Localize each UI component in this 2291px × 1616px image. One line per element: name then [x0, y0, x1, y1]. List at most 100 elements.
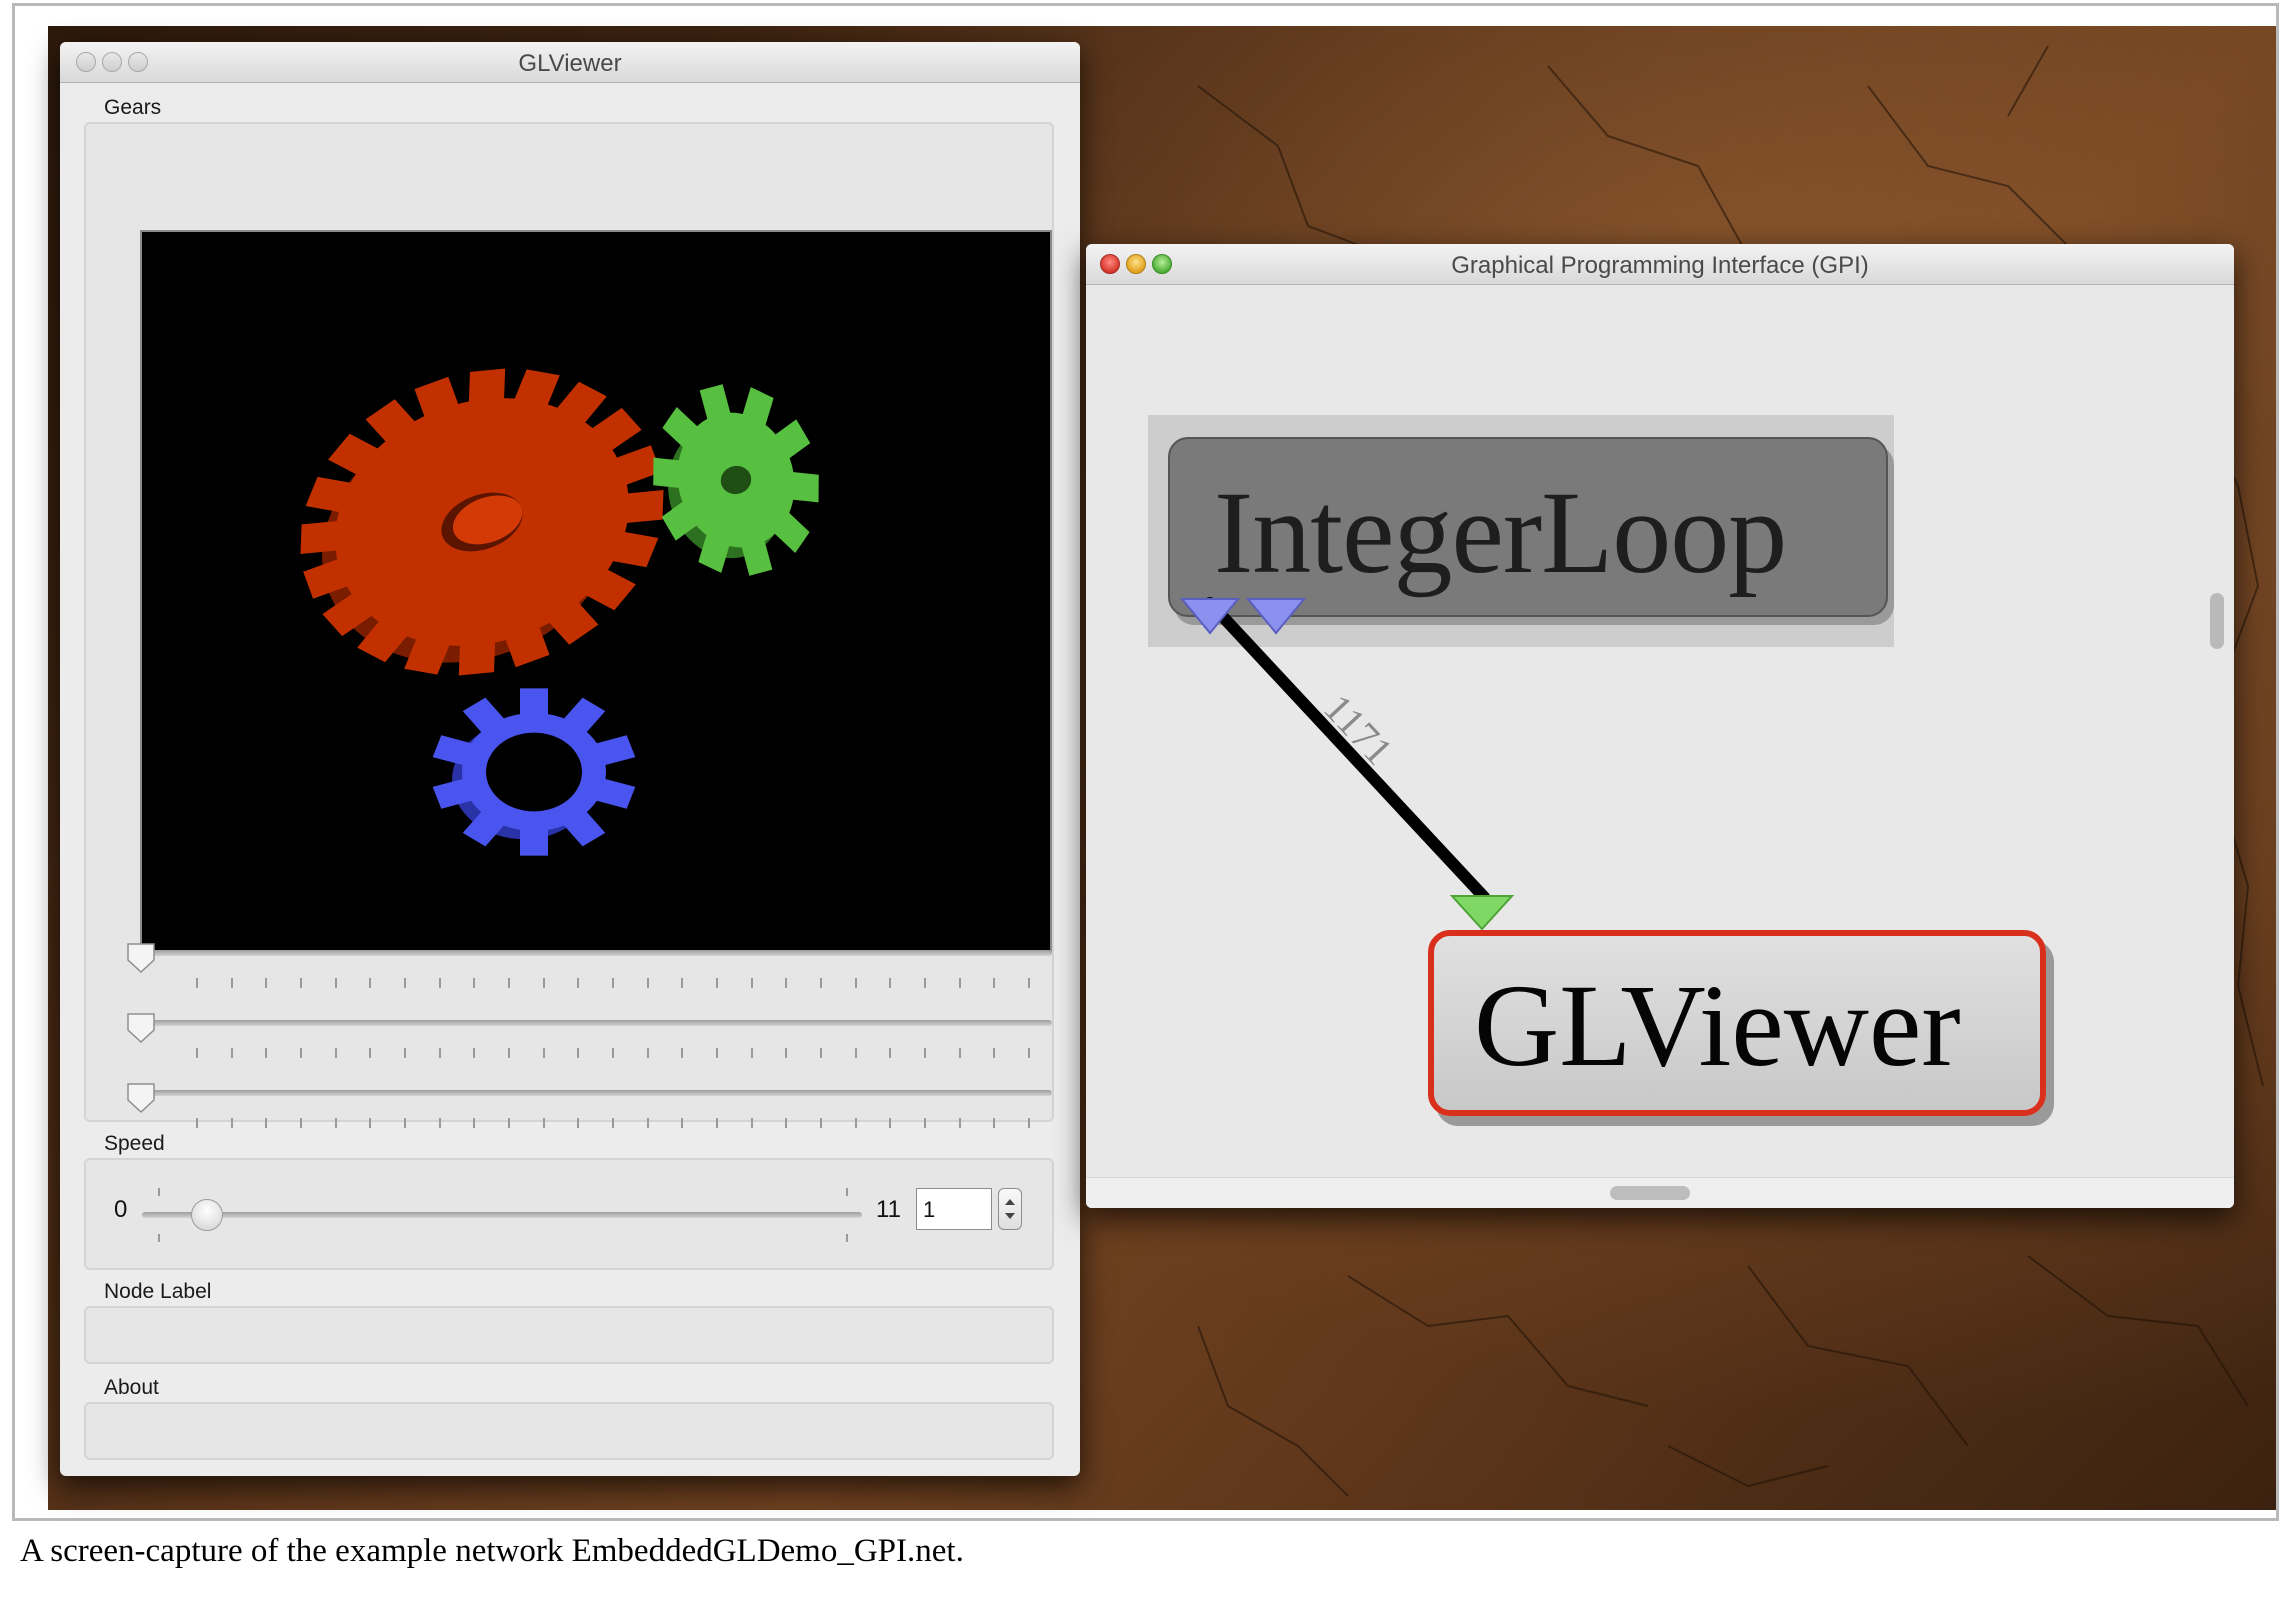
slider-tick: [543, 1118, 545, 1128]
slider-tick: [335, 1048, 337, 1058]
gears-section-label: Gears: [104, 96, 162, 119]
slider-tick: [716, 1118, 718, 1128]
slider-tick: [993, 978, 995, 988]
gears-render: [300, 368, 819, 856]
about-field: [84, 1402, 1054, 1460]
slider-tick: [716, 1048, 718, 1058]
slider-tick: [404, 1048, 406, 1058]
slider-tick: [265, 1048, 267, 1058]
output-port-2-icon: [1245, 598, 1307, 635]
horizontal-scroll-area: [1086, 1177, 2234, 1208]
gears-groupbox: [84, 122, 1054, 1128]
speed-min-label: 0: [114, 1196, 128, 1223]
speed-slider-thumb[interactable]: [191, 1199, 223, 1231]
slider-tick: [681, 1048, 683, 1058]
slider-tick: [820, 978, 822, 988]
speed-max-label: 11: [876, 1196, 901, 1223]
slider-tick: [577, 1118, 579, 1128]
slider-tick: [993, 1048, 995, 1058]
slider-tick: [612, 978, 614, 988]
slider-tick: [335, 978, 337, 988]
slider-tick: [889, 1118, 891, 1128]
slider-tick: [369, 1048, 371, 1058]
glviewer-window: GLViewer Gears Speed 0 11 1 Node Label A…: [60, 42, 1080, 1476]
slider-tick: [751, 1048, 753, 1058]
slider-tick: [785, 978, 787, 988]
slider-tick: [855, 1048, 857, 1058]
node-label-field[interactable]: [84, 1306, 1054, 1364]
speed-spinbox-input[interactable]: 1: [916, 1188, 992, 1230]
slider-tick: [543, 978, 545, 988]
slider-tick: [404, 1118, 406, 1128]
slider-tick: [473, 1048, 475, 1058]
slider-tick: [300, 978, 302, 988]
slider-tick: [612, 1118, 614, 1128]
slider-tick: [404, 978, 406, 988]
slider-tick: [231, 978, 233, 988]
slider-tick: [647, 1048, 649, 1058]
speed-tick-min-bottom: [158, 1234, 160, 1242]
slider-tick: [439, 978, 441, 988]
speed-tick-max-top: [846, 1188, 848, 1196]
slider-tick: [959, 978, 961, 988]
slider-tick: [959, 1048, 961, 1058]
slider-tick: [300, 1118, 302, 1128]
slider-tick: [196, 978, 198, 988]
gpi-titlebar[interactable]: Graphical Programming Interface (GPI): [1086, 244, 2234, 285]
slider-tick: [612, 1048, 614, 1058]
slider-tick: [785, 1048, 787, 1058]
slider-tick: [889, 978, 891, 988]
input-port-icon: [1449, 895, 1515, 931]
slider-tick: [577, 978, 579, 988]
red-gear: [300, 368, 664, 676]
slider-tick: [577, 1048, 579, 1058]
speed-slider-track[interactable]: [142, 1212, 862, 1218]
slider-tick: [924, 1118, 926, 1128]
slider-tick: [959, 1118, 961, 1128]
speed-section-label: Speed: [104, 1132, 165, 1155]
slider-tick: [231, 1118, 233, 1128]
slider-tick: [508, 1118, 510, 1128]
window-title: GLViewer: [518, 50, 622, 77]
slider-tick: [924, 978, 926, 988]
gear-slider-3-track[interactable]: [140, 1090, 1052, 1096]
network-canvas[interactable]: IntegerLoop 1171 GLViewer: [1086, 285, 2234, 1208]
vertical-scrollbar[interactable]: [2210, 593, 2224, 649]
gpi-window: Graphical Programming Interface (GPI) In…: [1086, 244, 2234, 1208]
slider-tick: [473, 1118, 475, 1128]
green-gear: [653, 384, 819, 576]
glviewer-titlebar[interactable]: GLViewer: [60, 42, 1080, 83]
gear-slider-1-thumb[interactable]: [126, 942, 156, 974]
slider-tick: [300, 1048, 302, 1058]
slider-tick: [647, 1118, 649, 1128]
connection-data-label: 1171: [1315, 685, 1401, 773]
gear-slider-3-thumb[interactable]: [126, 1082, 156, 1114]
stepper-arrows-icon: [1005, 1199, 1015, 1219]
slider-tick: [335, 1118, 337, 1128]
slider-tick: [1028, 1048, 1030, 1058]
gear-slider-2-thumb[interactable]: [126, 1012, 156, 1044]
figure-caption: A screen-capture of the example network …: [20, 1533, 964, 1569]
slider-tick: [1028, 1118, 1030, 1128]
gear-slider-2-track[interactable]: [140, 1020, 1052, 1026]
slider-tick: [716, 978, 718, 988]
slider-tick: [265, 978, 267, 988]
slider-tick: [439, 1118, 441, 1128]
slider-tick: [369, 1118, 371, 1128]
slider-tick: [473, 978, 475, 988]
gear-slider-1-ticks: [140, 978, 1052, 988]
slider-tick: [855, 1118, 857, 1128]
gear-slider-1-track[interactable]: [140, 950, 1052, 956]
speed-stepper[interactable]: [998, 1188, 1022, 1230]
slider-tick: [543, 1048, 545, 1058]
slider-tick: [508, 978, 510, 988]
gl-render-canvas[interactable]: [140, 230, 1052, 954]
horizontal-scrollbar[interactable]: [1610, 1186, 1690, 1200]
slider-tick: [855, 978, 857, 988]
slider-tick: [196, 1118, 198, 1128]
slider-tick: [820, 1048, 822, 1058]
node-glviewer[interactable]: GLViewer: [1428, 930, 2046, 1116]
speed-tick-min-top: [158, 1188, 160, 1196]
slider-tick: [820, 1118, 822, 1128]
gear-slider-2-ticks: [140, 1048, 1052, 1058]
